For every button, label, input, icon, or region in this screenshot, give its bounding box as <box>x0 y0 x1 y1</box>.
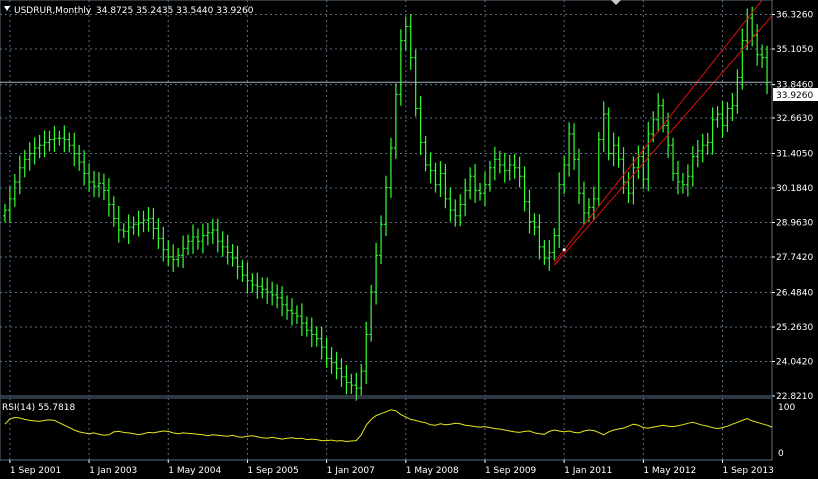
time-tick-label: 1 Sep 2013 <box>723 466 774 476</box>
price-tick-label: 31.4050 <box>776 150 813 160</box>
dropdown-arrow-icon[interactable] <box>4 6 10 11</box>
symbol-title: USDRUR,Monthly <box>14 6 92 16</box>
rsi-line <box>4 409 773 443</box>
time-tick-label: 1 Jan 2011 <box>564 466 612 476</box>
ohlc-readout: 34.8725 35.2435 33.5440 33.9260 <box>96 6 254 16</box>
price-tick-label: 30.1840 <box>776 184 813 194</box>
rsi-level-0: 0 <box>778 449 784 459</box>
time-tick-label: 1 Sep 2001 <box>10 466 61 476</box>
price-tick-label: 32.6630 <box>776 114 813 124</box>
time-axis: 1 Sep 2001 1 Jan 2003 1 May 2004 1 Sep 2005… <box>9 460 774 476</box>
price-tick-label: 27.7420 <box>776 253 813 263</box>
rsi-panel[interactable]: RSI(14) 55.7818 100 0 <box>0 397 795 461</box>
trendline-1[interactable] <box>553 0 763 263</box>
rsi-level-100: 100 <box>778 403 795 413</box>
price-axis: 36.326035.105033.846032.663031.405030.18… <box>772 11 813 402</box>
chart-window[interactable]: 36.326035.105033.846032.663031.405030.18… <box>0 0 818 479</box>
rsi-label: RSI(14) 55.7818 <box>2 403 75 413</box>
time-tick-label: 1 May 2008 <box>406 466 459 476</box>
price-panel[interactable]: 36.326035.105033.846032.663031.405030.18… <box>0 0 818 402</box>
price-tick-label: 26.4840 <box>776 289 813 299</box>
trendlines[interactable] <box>553 0 773 266</box>
trendline-2[interactable] <box>553 15 773 266</box>
price-tick-label: 36.3260 <box>776 11 813 21</box>
time-tick-label: 1 May 2004 <box>168 466 221 476</box>
current-price-tag: 33.9260 <box>773 88 818 101</box>
price-tick-label: 35.1050 <box>776 45 813 55</box>
price-tick-label: 22.8210 <box>776 392 813 402</box>
rsi-grid <box>9 398 724 460</box>
current-price-tag-label: 33.9260 <box>776 91 813 101</box>
price-bars <box>2 6 770 401</box>
price-tick-label: 28.9630 <box>776 219 813 229</box>
trendline-anchor-point[interactable] <box>562 248 566 252</box>
time-tick-label: 1 Sep 2005 <box>247 466 298 476</box>
price-tick-label: 25.2630 <box>776 323 813 333</box>
shift-marker-icon[interactable] <box>611 0 621 5</box>
time-tick-label: 1 May 2012 <box>643 466 696 476</box>
time-tick-label: 1 Jan 2007 <box>327 466 375 476</box>
time-tick-label: 1 Jan 2003 <box>89 466 137 476</box>
price-tick-label: 24.0420 <box>776 358 813 368</box>
rsi-panel-frame <box>0 397 773 461</box>
time-tick-label: 1 Sep 2009 <box>485 466 537 476</box>
